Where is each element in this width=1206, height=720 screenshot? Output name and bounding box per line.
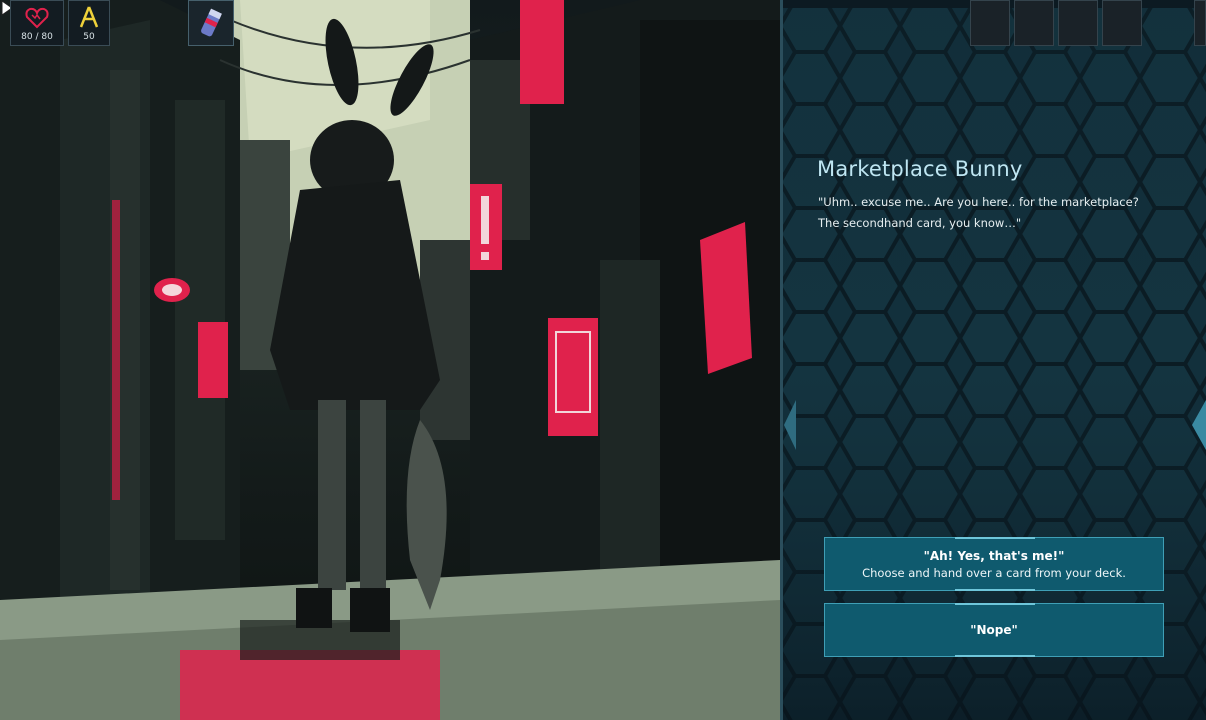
- alley-scene: [0, 0, 780, 720]
- far-right-neon-sign: [700, 222, 752, 374]
- top-slot-2[interactable]: [1014, 0, 1054, 46]
- right-chevron-icon: [1192, 400, 1206, 450]
- choice-accept-button[interactable]: "Ah! Yes, that's me!" Choose and hand ov…: [824, 537, 1164, 591]
- relic-slot[interactable]: [188, 0, 234, 46]
- energy-value: 50: [83, 32, 95, 42]
- panel-border: [780, 0, 783, 720]
- choice-decline-button[interactable]: "Nope": [824, 603, 1164, 657]
- hp-value: 80 / 80: [21, 32, 53, 42]
- dialogue-line-1: "Uhm.. excuse me.. Are you here.. for th…: [818, 195, 1139, 209]
- event-illustration: [0, 0, 780, 720]
- hp-counter[interactable]: 80 / 80: [10, 0, 64, 46]
- top-slot-3[interactable]: [1058, 0, 1098, 46]
- top-slot-4[interactable]: [1102, 0, 1142, 46]
- left-chevron-icon: [784, 400, 796, 450]
- choice-accept-description: Choose and hand over a card from your de…: [862, 565, 1126, 580]
- choice-accept-title: "Ah! Yes, that's me!": [923, 548, 1065, 563]
- canister-icon: [201, 8, 222, 37]
- dialogue-line-2: The secondhand card, you know…": [818, 216, 1022, 230]
- top-neon-sign: [520, 0, 564, 104]
- npc-name: Marketplace Bunny: [817, 157, 1023, 181]
- top-slot-5[interactable]: [1194, 0, 1206, 46]
- choice-decline-title: "Nope": [970, 623, 1018, 637]
- red-reflection: [180, 650, 440, 720]
- left-neon-sign: [198, 322, 228, 398]
- top-slot-1[interactable]: [970, 0, 1010, 46]
- heart-icon: [25, 7, 49, 29]
- event-panel: Marketplace Bunny "Uhm.. excuse me.. Are…: [780, 0, 1206, 720]
- energy-icon: [79, 6, 99, 28]
- energy-counter[interactable]: 50: [68, 0, 110, 46]
